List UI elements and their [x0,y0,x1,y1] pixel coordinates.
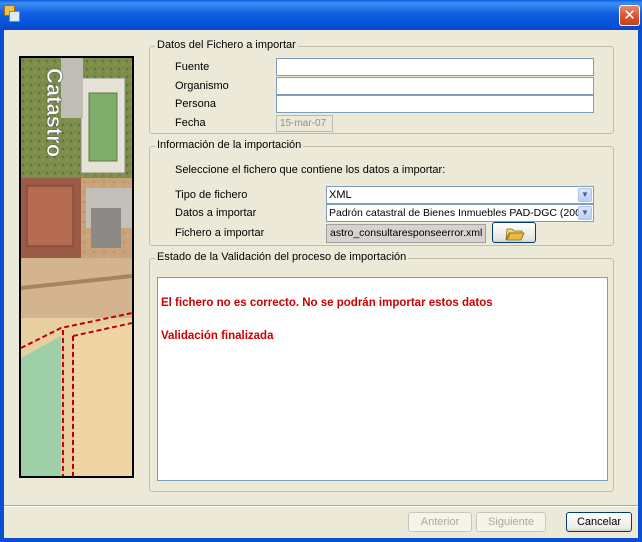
title-bar[interactable]: ✕ [0,0,642,30]
browse-file-button[interactable] [492,222,536,243]
validation-log[interactable]: El fichero no es correcto. No se podrán … [157,277,608,481]
persona-label: Persona [175,98,216,110]
data-to-import-value: Padrón catastral de Bienes Inmuebles PAD… [329,207,591,219]
error-message: El fichero no es correcto. No se podrán … [161,297,493,309]
data-to-import-label: Datos a importar [175,207,257,219]
file-to-import-label: Fichero a importar [175,227,265,239]
close-icon: ✕ [623,6,636,24]
aerial-photo: Catastro [21,58,132,476]
file-type-value: XML [329,189,352,201]
previous-button[interactable]: Anterior [408,512,472,532]
instruction-text: Seleccione el fichero que contiene los d… [175,164,446,176]
window-border-right [638,30,642,542]
app-icon [4,5,20,23]
organismo-input[interactable] [276,77,594,95]
fecha-input[interactable]: 15-mar-07 [276,115,333,132]
organismo-label: Organismo [175,80,229,92]
validation-group-title: Estado de la Validación del proceso de i… [155,251,409,263]
next-button[interactable]: Siguiente [476,512,546,532]
fuente-label: Fuente [175,61,210,73]
footer-separator [4,505,638,507]
persona-input[interactable] [276,95,594,113]
chevron-down-icon[interactable]: ▼ [578,206,592,220]
close-button[interactable]: ✕ [619,5,640,26]
chevron-down-icon[interactable]: ▼ [578,188,592,202]
folder-open-icon [505,228,525,241]
file-path-field[interactable]: astro_consultaresponseerror.xml [326,224,486,243]
file-type-label: Tipo de fichero [175,189,248,201]
catastro-side-image: Catastro [19,56,134,478]
data-to-import-select[interactable]: Padrón catastral de Bienes Inmuebles PAD… [326,204,594,222]
window-border-left [0,30,4,542]
catastro-brand-text: Catastro [42,68,67,157]
fecha-label: Fecha [175,117,206,129]
fuente-input[interactable] [276,58,594,76]
file-type-select[interactable]: XML ▼ [326,186,594,204]
status-message: Validación finalizada [161,330,274,342]
window-border-bottom [0,538,642,542]
import-info-group-title: Información de la importación [155,139,304,151]
file-data-group-title: Datos del Fichero a importar [155,39,298,51]
cancel-button[interactable]: Cancelar [566,512,632,532]
